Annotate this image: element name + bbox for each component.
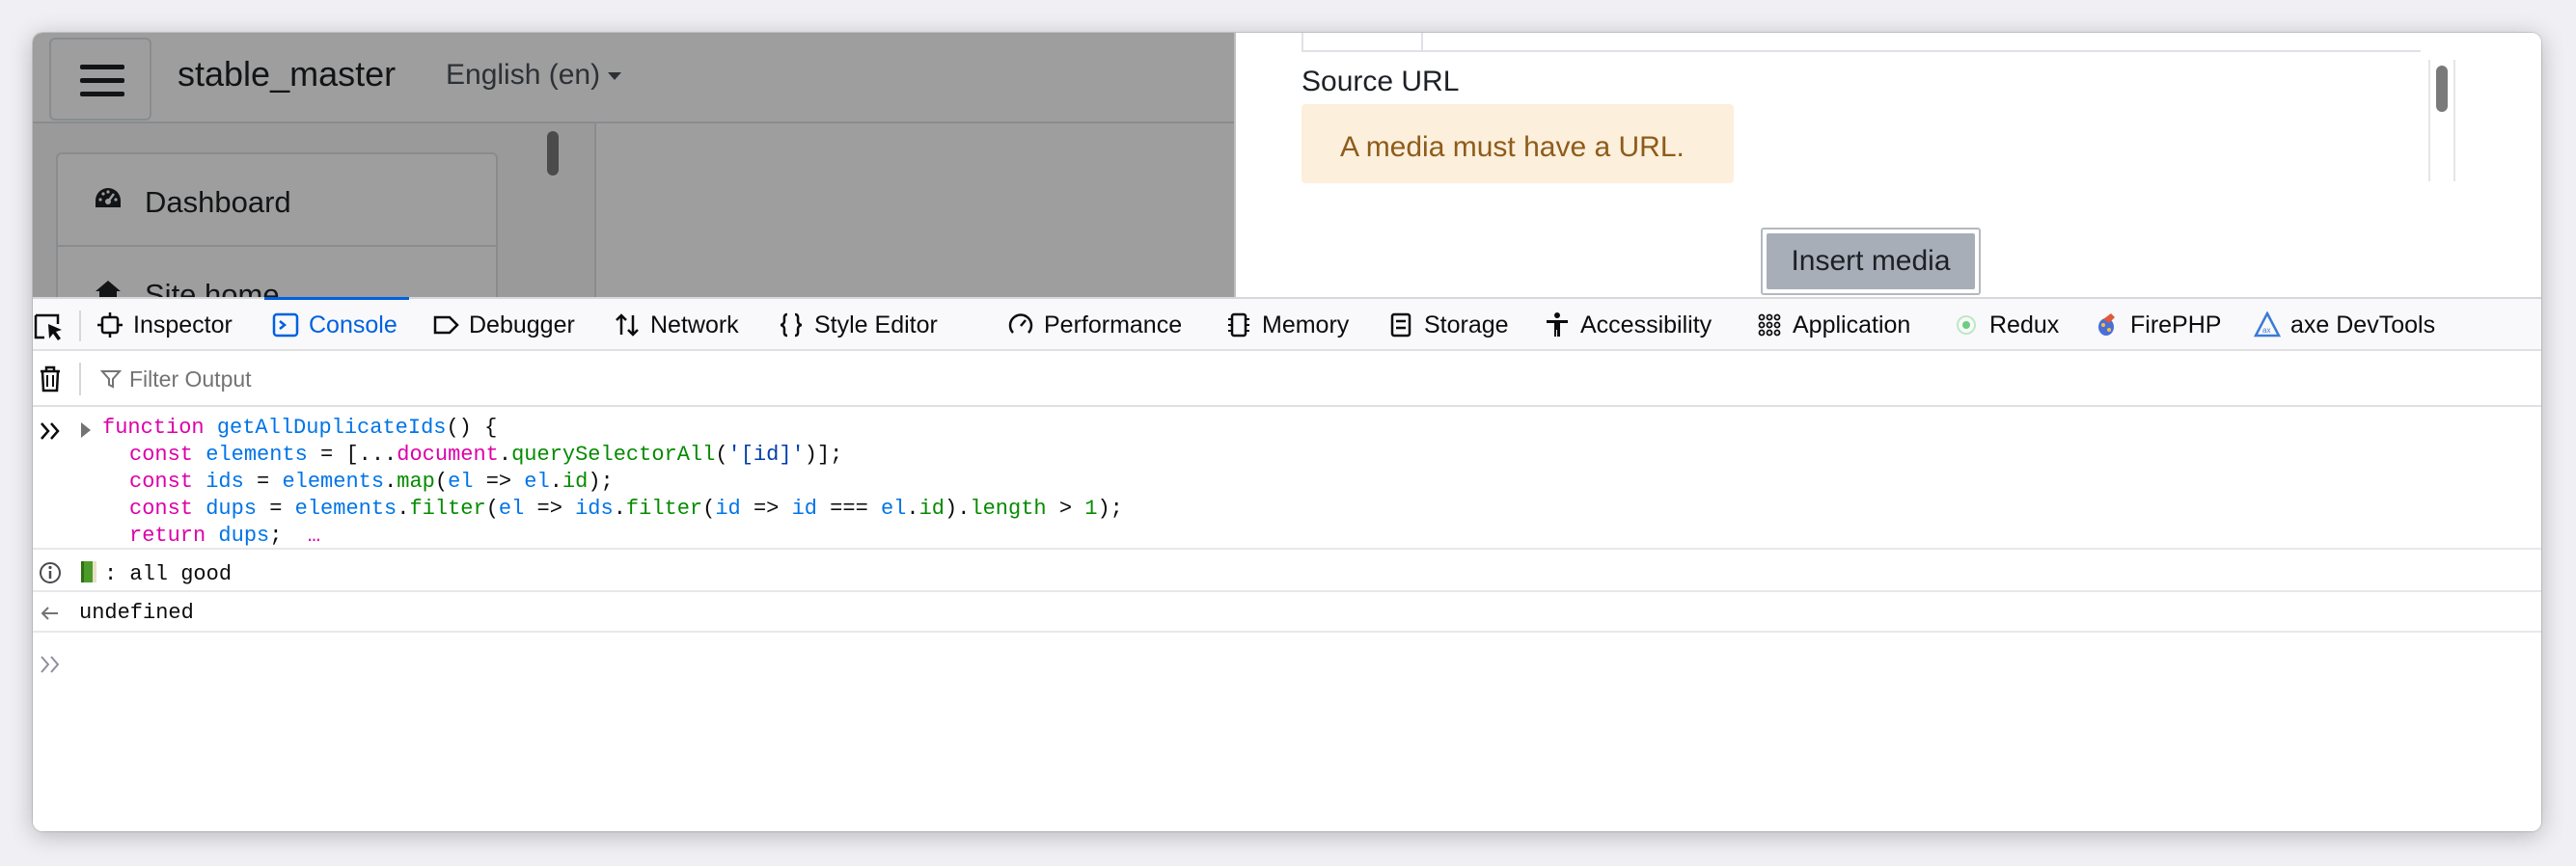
tab-network[interactable]: Network bbox=[614, 299, 739, 351]
modal-backdrop bbox=[33, 33, 1234, 297]
tab-label: Console bbox=[309, 311, 397, 338]
tab-label: Inspector bbox=[133, 311, 233, 338]
insert-media-button-label: Insert media bbox=[1767, 233, 1975, 289]
code-line-1: function getAllDuplicateIds() { bbox=[102, 416, 498, 440]
tab-label: Debugger bbox=[469, 311, 575, 338]
return-arrow-icon bbox=[41, 607, 58, 620]
tab-redux[interactable]: Redux bbox=[1953, 299, 2059, 351]
tab-memory[interactable]: Memory bbox=[1225, 299, 1349, 351]
code-line-2: const elements = [...document.querySelec… bbox=[129, 443, 843, 467]
modal-tab[interactable] bbox=[1302, 33, 1423, 52]
code-line-5: return dups; … bbox=[129, 524, 321, 548]
toolbar-separator bbox=[79, 311, 81, 341]
tab-divider bbox=[1423, 50, 2421, 52]
firephp-bug-icon bbox=[2098, 313, 2115, 336]
modal-scrollbar[interactable] bbox=[2428, 60, 2455, 181]
code-line-3: const ids = elements.map(el => el.id); bbox=[129, 470, 614, 494]
console-info-message: : all good bbox=[33, 552, 2541, 592]
tab-application[interactable]: Application bbox=[1756, 299, 1910, 351]
insert-media-modal: Source URL A media must have a URL. Inse… bbox=[1234, 33, 2541, 297]
tab-label: Memory bbox=[1262, 311, 1350, 338]
tab-style-editor[interactable]: Style Editor bbox=[778, 299, 938, 351]
filter-output-input[interactable] bbox=[129, 364, 998, 394]
tab-storage[interactable]: Storage bbox=[1387, 299, 1509, 351]
devtools-panel: Inspector Console Debugger Network Style… bbox=[33, 297, 2541, 831]
web-page: stable_master English (en) Dashboard Sit… bbox=[33, 33, 2541, 297]
console-input-line[interactable] bbox=[33, 640, 2541, 687]
axe-icon: ax bbox=[2254, 311, 2281, 338]
browser-window: stable_master English (en) Dashboard Sit… bbox=[33, 33, 2541, 831]
expand-triangle-icon[interactable] bbox=[81, 422, 91, 438]
console-icon bbox=[272, 312, 299, 338]
tab-debugger[interactable]: Debugger bbox=[432, 299, 575, 351]
tab-accessibility[interactable]: Accessibility bbox=[1544, 299, 1712, 351]
svg-text:ax: ax bbox=[2262, 326, 2270, 335]
gauge-icon bbox=[1008, 313, 1033, 334]
devtools-tabbar: Inspector Console Debugger Network Style… bbox=[33, 297, 2541, 351]
grid-dots-icon bbox=[1758, 313, 1781, 337]
green-book-emoji-icon bbox=[81, 561, 96, 582]
result-value: undefined bbox=[79, 601, 194, 625]
tab-label: Redux bbox=[1989, 311, 2060, 338]
tab-axe-devtools[interactable]: ax axe DevTools bbox=[2254, 299, 2435, 351]
toolbar-separator bbox=[79, 363, 81, 395]
insert-media-button[interactable]: Insert media bbox=[1761, 228, 1981, 295]
inspector-icon bbox=[97, 312, 123, 338]
tab-performance[interactable]: Performance bbox=[1007, 299, 1182, 351]
tab-label: axe DevTools bbox=[2290, 311, 2436, 338]
tab-label: Storage bbox=[1424, 311, 1509, 338]
tab-firephp[interactable]: FirePHP bbox=[2094, 299, 2221, 351]
network-icon bbox=[616, 313, 639, 337]
tab-label: Application bbox=[1793, 311, 1911, 338]
url-required-alert: A media must have a URL. bbox=[1302, 104, 1734, 183]
prompt-chevrons-icon bbox=[41, 656, 60, 673]
filter-icon bbox=[100, 370, 122, 389]
scrollbar-thumb[interactable] bbox=[2436, 66, 2448, 112]
storage-icon bbox=[1390, 312, 1411, 338]
source-url-label: Source URL bbox=[1302, 66, 1460, 97]
accessibility-icon bbox=[1547, 312, 1568, 337]
console-filter-bar bbox=[33, 351, 2541, 407]
tab-label: FirePHP bbox=[2130, 311, 2222, 338]
element-picker-icon[interactable] bbox=[33, 312, 68, 341]
info-message-text: : all good bbox=[104, 562, 233, 586]
tab-label: Network bbox=[650, 311, 739, 338]
console-result-row: undefined bbox=[33, 592, 2541, 633]
tab-label: Accessibility bbox=[1580, 311, 1713, 338]
info-icon bbox=[40, 562, 61, 583]
redux-icon bbox=[1957, 315, 1976, 335]
console-input-echo[interactable]: function getAllDuplicateIds() { const el… bbox=[33, 407, 2541, 550]
prompt-chevrons-icon bbox=[41, 422, 60, 440]
code-line-4: const dups = elements.filter(el => ids.f… bbox=[129, 497, 1123, 521]
tab-label: Style Editor bbox=[814, 311, 938, 338]
memory-chip-icon bbox=[1228, 312, 1249, 338]
tab-label: Performance bbox=[1044, 311, 1183, 338]
trash-icon[interactable] bbox=[37, 365, 64, 393]
tab-inspector[interactable]: Inspector bbox=[96, 299, 233, 351]
tab-console[interactable]: Console bbox=[264, 297, 409, 351]
debugger-icon bbox=[433, 315, 459, 335]
braces-icon bbox=[780, 312, 803, 338]
